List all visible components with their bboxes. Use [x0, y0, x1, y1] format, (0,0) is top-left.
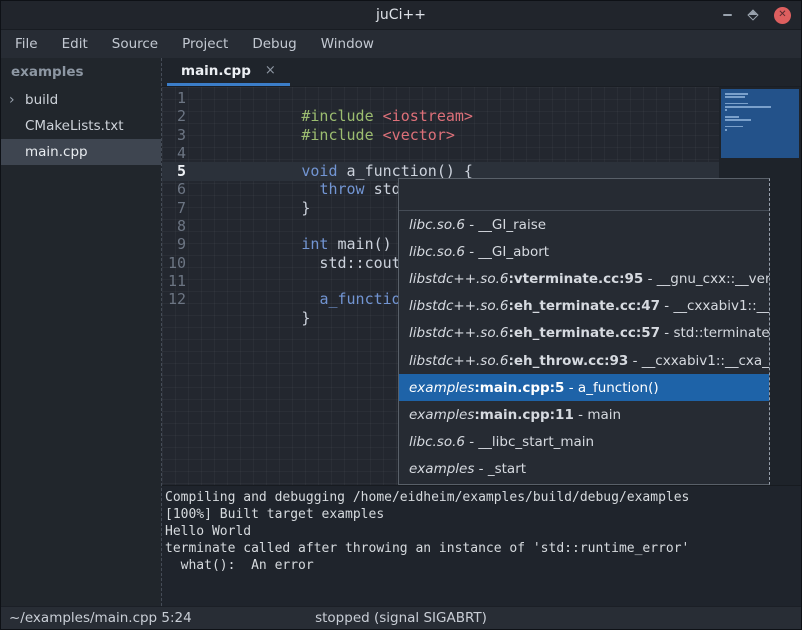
window-controls: ✕	[723, 1, 791, 29]
close-icon[interactable]: ✕	[774, 7, 791, 24]
backtrace-item[interactable]: examples - _start	[399, 456, 769, 483]
menu-source[interactable]: Source	[108, 36, 162, 52]
status-debug-state: stopped (signal SIGABRT)	[315, 607, 487, 629]
backtrace-popup: libc.so.6 - __GI_raise libc.so.6 - __GI_…	[398, 178, 770, 485]
line-number: 2	[162, 107, 191, 125]
minimap-code-line	[725, 109, 727, 111]
window-title: juCi++	[1, 1, 801, 29]
backtrace-item[interactable]: libstdc++.so.6:eh_terminate.cc:57 - std:…	[399, 320, 769, 347]
line-number: 10	[162, 254, 191, 272]
backtrace-item[interactable]: libstdc++.so.6:vterminate.cc:95 - __gnu_…	[399, 265, 769, 292]
tree-item-label: main.cpp	[25, 144, 88, 160]
code-editor[interactable]: 1 2 3 4 5 6 7 8 9 10 11 12 #include <ios…	[162, 87, 801, 485]
line-number: 11	[162, 272, 191, 290]
backtrace-item[interactable]: examples:main.cpp:11 - main	[399, 401, 769, 428]
minimize-icon[interactable]	[723, 14, 732, 16]
terminal-line: terminate called after throwing an insta…	[165, 540, 801, 557]
minimap-code-line	[725, 93, 748, 95]
main-area: examples › build CMakeLists.txt main.cpp…	[1, 58, 801, 606]
line-number: 9	[162, 235, 191, 253]
project-name: examples	[1, 58, 161, 87]
backtrace-item[interactable]: libstdc++.so.6:eh_throw.cc:93 - __cxxabi…	[399, 347, 769, 374]
chevron-right-icon[interactable]: ›	[9, 87, 15, 113]
line-number: 1	[162, 89, 191, 107]
line-number-current: 5	[162, 162, 191, 180]
line-number-gutter: 1 2 3 4 5 6 7 8 9 10 11 12	[162, 89, 191, 309]
tree-item-label: build	[25, 92, 58, 108]
tree-item-label: CMakeLists.txt	[25, 118, 124, 134]
backtrace-item[interactable]: libstdc++.so.6:eh_terminate.cc:47 - __cx…	[399, 293, 769, 320]
minimap-code-line	[725, 129, 727, 131]
terminal-line: [100%] Built target examples	[165, 506, 801, 523]
minimap-code-line	[725, 96, 745, 98]
line-number: 4	[162, 144, 191, 162]
restore-icon[interactable]	[747, 9, 758, 20]
tab-close-icon[interactable]: ×	[265, 63, 276, 78]
menu-debug[interactable]: Debug	[248, 36, 300, 52]
line-number: 12	[162, 290, 191, 308]
line-number: 3	[162, 126, 191, 144]
minimap-slider[interactable]	[721, 89, 799, 158]
menu-edit[interactable]: Edit	[58, 36, 92, 52]
line-number: 7	[162, 199, 191, 217]
minimap-code-line	[725, 116, 739, 118]
minimap-code-line	[725, 119, 751, 121]
tab-maincpp[interactable]: main.cpp ×	[167, 58, 290, 86]
minimap-code-line	[725, 103, 748, 105]
line-number: 6	[162, 180, 191, 198]
tree-item-build[interactable]: › build	[1, 87, 161, 113]
backtrace-item[interactable]: libc.so.6 - __libc_start_main	[399, 429, 769, 456]
editor-pane: main.cpp × 1 2 3 4 5 6 7 8 9 10	[161, 58, 801, 606]
backtrace-item-selected[interactable]: examples:main.cpp:5 - a_function()	[399, 374, 769, 401]
titlebar[interactable]: juCi++ ✕	[1, 1, 801, 30]
terminal-line: Compiling and debugging /home/eidheim/ex…	[165, 489, 801, 506]
menu-window[interactable]: Window	[317, 36, 378, 52]
tree-item-cmakelists[interactable]: CMakeLists.txt	[1, 113, 161, 139]
output-terminal[interactable]: Compiling and debugging /home/eidheim/ex…	[162, 485, 801, 606]
popup-search-entry[interactable]	[399, 179, 769, 211]
menubar: File Edit Source Project Debug Window	[1, 30, 801, 58]
tab-label: main.cpp	[181, 63, 251, 79]
menu-project[interactable]: Project	[178, 36, 232, 52]
minimap-code-line	[725, 126, 743, 128]
code-line: #include <iostream>	[193, 89, 656, 107]
statusbar: ~/examples/main.cpp 5:24 stopped (signal…	[1, 606, 801, 629]
backtrace-item[interactable]: libc.so.6 - __GI_raise	[399, 211, 769, 238]
tabbar: main.cpp ×	[162, 58, 801, 87]
tree-item-maincpp[interactable]: main.cpp	[1, 139, 161, 165]
app-window: juCi++ ✕ File Edit Source Project Debug …	[0, 0, 802, 630]
minimap-code-line	[725, 106, 771, 108]
file-tree: examples › build CMakeLists.txt main.cpp	[1, 58, 161, 606]
terminal-line: Hello World	[165, 523, 801, 540]
backtrace-item[interactable]: libc.so.6 - __GI_abort	[399, 238, 769, 265]
status-file-position: ~/examples/main.cpp 5:24	[9, 607, 192, 629]
menu-file[interactable]: File	[11, 36, 42, 52]
line-number: 8	[162, 217, 191, 235]
terminal-line: what(): An error	[165, 557, 801, 574]
